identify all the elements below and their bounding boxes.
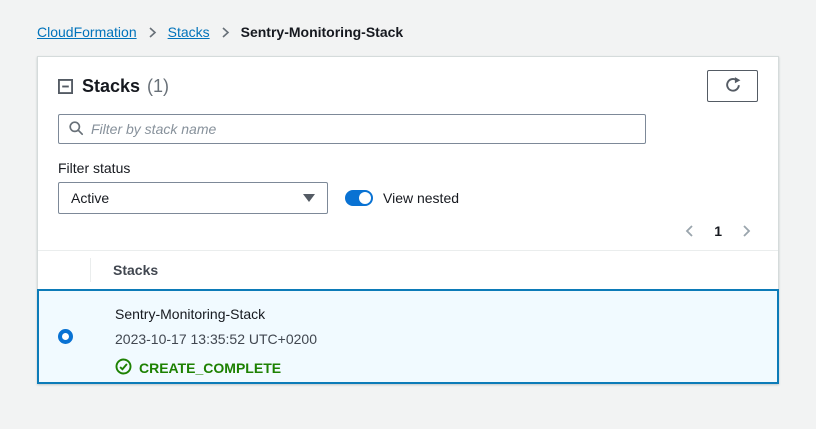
stacks-panel: Stacks (1) Filter status Active [37, 56, 779, 384]
status-success-icon [115, 358, 132, 378]
stack-name[interactable]: Sentry-Monitoring-Stack [115, 304, 317, 324]
stack-filter-search [58, 114, 646, 144]
stacks-count: (1) [147, 76, 169, 97]
search-input[interactable] [91, 121, 636, 137]
selection-column-header [38, 251, 90, 289]
view-nested-toggle[interactable] [345, 190, 373, 206]
search-icon [68, 120, 84, 139]
chevron-down-icon [303, 194, 315, 202]
view-nested-label: View nested [383, 190, 459, 206]
page-number[interactable]: 1 [714, 223, 722, 239]
status-dropdown-value: Active [71, 190, 109, 206]
collapse-section-icon[interactable] [58, 79, 73, 94]
breadcrumb-separator-icon [220, 26, 231, 39]
breadcrumb: CloudFormation Stacks Sentry-Monitoring-… [0, 0, 816, 41]
stack-created-timestamp: 2023-10-17 13:35:52 UTC+0200 [115, 329, 317, 349]
breadcrumb-separator-icon [147, 26, 158, 39]
toggle-knob [359, 192, 371, 204]
row-radio-selected[interactable] [58, 329, 73, 344]
refresh-icon [724, 76, 742, 97]
stacks-column-header: Stacks [91, 262, 158, 278]
status-dropdown[interactable]: Active [58, 182, 328, 214]
table-header: Stacks [38, 251, 778, 289]
filter-controls: Active View nested [58, 182, 758, 214]
filter-status-label: Filter status [58, 160, 758, 176]
breadcrumb-link-cloudformation[interactable]: CloudFormation [37, 23, 137, 41]
table-row[interactable]: Sentry-Monitoring-Stack 2023-10-17 13:35… [37, 289, 779, 384]
previous-page-button[interactable] [684, 224, 695, 238]
breadcrumb-link-stacks[interactable]: Stacks [168, 23, 210, 41]
next-page-button[interactable] [741, 224, 752, 238]
breadcrumb-current: Sentry-Monitoring-Stack [241, 23, 404, 41]
panel-header: Stacks (1) [38, 57, 778, 114]
pagination: 1 [38, 214, 778, 250]
stack-status: CREATE_COMPLETE [115, 358, 317, 378]
page-title: Stacks (1) [82, 76, 169, 97]
status-badge: CREATE_COMPLETE [139, 360, 281, 376]
refresh-button[interactable] [707, 70, 758, 102]
